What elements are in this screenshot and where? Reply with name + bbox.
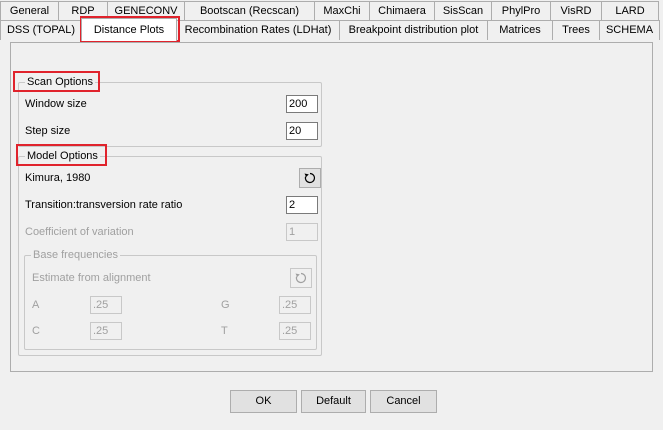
tab-row-2: DSS (TOPAL) Distance Plots Recombination… xyxy=(0,18,660,41)
base-g-input[interactable] xyxy=(279,296,311,314)
ok-button[interactable]: OK xyxy=(230,390,297,413)
model-cycle-button[interactable] xyxy=(299,168,321,188)
tab-bootscan[interactable]: Bootscan (Recscan) xyxy=(184,1,315,21)
tab-sisscan[interactable]: SisScan xyxy=(434,1,492,21)
ttratio-input[interactable] xyxy=(286,196,318,214)
base-t-label: T xyxy=(221,325,228,337)
model-options-group: Model Options Kimura, 1980 Transition:tr… xyxy=(18,150,322,356)
model-options-title: Model Options xyxy=(25,150,100,163)
tab-chimaera[interactable]: Chimaera xyxy=(369,1,435,21)
estimate-cycle-button[interactable] xyxy=(290,268,312,288)
default-button[interactable]: Default xyxy=(301,390,366,413)
tab-lard[interactable]: LARD xyxy=(601,1,659,21)
base-g-label: G xyxy=(221,299,230,311)
tab-panel-body: Scan Options Window size Step size Model… xyxy=(11,43,652,371)
ttratio-label: Transition:transversion rate ratio xyxy=(25,199,183,211)
window-size-input[interactable] xyxy=(286,95,318,113)
base-a-input[interactable] xyxy=(90,296,122,314)
scan-options-title: Scan Options xyxy=(25,76,96,89)
tab-distance-plots[interactable]: Distance Plots xyxy=(81,18,177,41)
base-t-input[interactable] xyxy=(279,322,311,340)
step-size-label: Step size xyxy=(25,125,71,137)
cycle-icon xyxy=(295,272,307,284)
base-c-label: C xyxy=(32,325,40,337)
scan-options-group: Scan Options Window size Step size xyxy=(18,76,322,147)
tab-recombination-rates[interactable]: Recombination Rates (LDHat) xyxy=(176,20,340,40)
tab-matrices[interactable]: Matrices xyxy=(487,20,553,40)
tab-panel: Scan Options Window size Step size Model… xyxy=(10,42,653,372)
model-name-label: Kimura, 1980 xyxy=(25,172,91,184)
tab-schema[interactable]: SCHEMA xyxy=(599,20,660,40)
tab-maxchi[interactable]: MaxChi xyxy=(314,1,370,21)
estimate-label: Estimate from alignment xyxy=(32,272,151,284)
tab-phylpro[interactable]: PhylPro xyxy=(491,1,551,21)
cancel-button[interactable]: Cancel xyxy=(370,390,437,413)
cycle-icon xyxy=(304,172,316,184)
base-frequencies-title: Base frequencies xyxy=(31,249,120,262)
tab-general[interactable]: General xyxy=(0,1,59,21)
window-size-label: Window size xyxy=(25,98,87,110)
tab-breakpoint-distribution[interactable]: Breakpoint distribution plot xyxy=(339,20,488,40)
tab-trees[interactable]: Trees xyxy=(552,20,600,40)
cv-input[interactable] xyxy=(286,223,318,241)
cv-label: Coefficient of variation xyxy=(25,226,134,238)
tab-dss-topal[interactable]: DSS (TOPAL) xyxy=(0,20,82,40)
base-c-input[interactable] xyxy=(90,322,122,340)
tab-visrd[interactable]: VisRD xyxy=(550,1,602,21)
step-size-input[interactable] xyxy=(286,122,318,140)
base-frequencies-group: Base frequencies Estimate from alignment… xyxy=(24,249,317,350)
base-a-label: A xyxy=(32,299,40,311)
